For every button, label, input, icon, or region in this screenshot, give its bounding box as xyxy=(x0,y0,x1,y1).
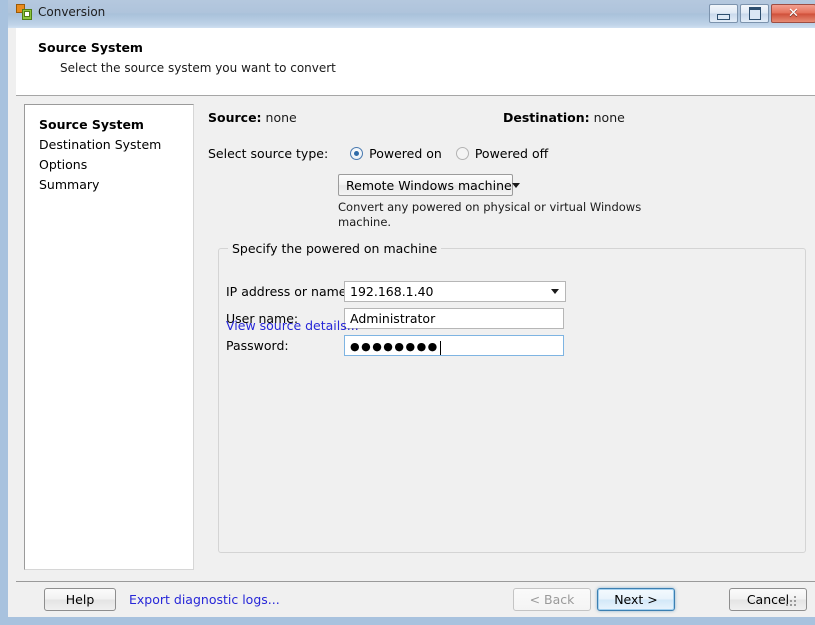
window-title: Conversion xyxy=(38,5,106,19)
destination-summary-value: none xyxy=(593,110,625,125)
source-type-description: Convert any powered on physical or virtu… xyxy=(338,200,642,229)
wizard-header: Source System Select the source system y… xyxy=(16,28,815,96)
maximize-icon xyxy=(748,7,761,20)
wizard-footer: Help Export diagnostic logs... < Back Ne… xyxy=(16,581,815,617)
minimize-icon xyxy=(717,13,730,20)
view-source-details-link[interactable]: View source details... xyxy=(226,318,359,333)
export-diagnostic-logs-link[interactable]: Export diagnostic logs... xyxy=(129,592,280,607)
destination-summary-label: Destination: xyxy=(503,110,590,125)
radio-powered-off[interactable]: Powered off xyxy=(455,146,549,161)
chevron-down-icon xyxy=(511,182,520,188)
app-squares-icon xyxy=(16,4,32,20)
help-button[interactable]: Help xyxy=(44,588,116,611)
text-cursor xyxy=(439,340,441,355)
sidebar-item-options[interactable]: Options xyxy=(25,155,193,175)
wizard-body: Source System Destination System Options… xyxy=(16,96,815,581)
next-button[interactable]: Next > xyxy=(597,588,675,611)
field-password-label: Password: xyxy=(226,338,289,353)
powered-on-machine-group-legend: Specify the powered on machine xyxy=(228,241,442,256)
source-type-row: Select source type: Powered on Powered o… xyxy=(208,146,562,161)
field-ip-address: IP address or name: 192.168.1.40 xyxy=(226,281,566,302)
conversion-window: Conversion ✕ Source System Select the so… xyxy=(0,0,815,625)
resize-grip[interactable] xyxy=(785,596,797,608)
ip-address-input[interactable]: 192.168.1.40 xyxy=(344,281,566,302)
chevron-down-icon xyxy=(551,289,559,294)
user-name-input-value: Administrator xyxy=(350,311,436,326)
content-pane: Source: none Destination: none Select so… xyxy=(202,96,815,581)
field-ip-address-label: IP address or name: xyxy=(226,284,351,299)
source-type-combobox-value: Remote Windows machine xyxy=(346,177,512,193)
page-subtitle: Select the source system you want to con… xyxy=(60,61,336,75)
maximize-button[interactable] xyxy=(740,4,769,23)
sidebar-item-destination-system[interactable]: Destination System xyxy=(25,135,193,155)
sidebar-item-source-system[interactable]: Source System xyxy=(25,115,193,135)
radio-powered-on-indicator xyxy=(350,147,364,160)
destination-summary: Destination: none xyxy=(503,110,625,125)
radio-powered-off-label: Powered off xyxy=(474,146,549,161)
user-name-input[interactable]: Administrator xyxy=(344,308,564,329)
title-bar-content: Conversion xyxy=(16,4,105,20)
radio-powered-on-label: Powered on xyxy=(369,146,442,161)
radio-powered-off-indicator xyxy=(455,147,469,160)
sidebar-item-summary[interactable]: Summary xyxy=(25,175,193,195)
field-password: Password: ●●●●●●●● xyxy=(226,335,564,356)
source-summary-label: Source: xyxy=(208,110,262,125)
wizard-step-list: Source System Destination System Options… xyxy=(24,104,194,570)
minimize-button[interactable] xyxy=(709,4,738,23)
source-type-combobox[interactable]: Remote Windows machine xyxy=(338,174,520,196)
back-button[interactable]: < Back xyxy=(513,588,591,611)
source-summary-value: none xyxy=(265,110,297,125)
close-button[interactable]: ✕ xyxy=(771,4,815,23)
page-title: Source System xyxy=(38,40,143,55)
ip-address-input-value: 192.168.1.40 xyxy=(350,284,434,299)
password-input[interactable]: ●●●●●●●● xyxy=(344,335,564,356)
close-icon: ✕ xyxy=(788,6,799,21)
source-summary: Source: none xyxy=(208,110,297,125)
source-type-label: Select source type: xyxy=(208,146,329,161)
source-destination-summary: Source: none Destination: none xyxy=(208,110,808,125)
title-bar[interactable]: Conversion ✕ xyxy=(8,0,815,28)
radio-powered-on[interactable]: Powered on xyxy=(350,146,442,161)
password-input-value: ●●●●●●●● xyxy=(350,340,439,353)
window-controls: ✕ xyxy=(709,4,815,23)
